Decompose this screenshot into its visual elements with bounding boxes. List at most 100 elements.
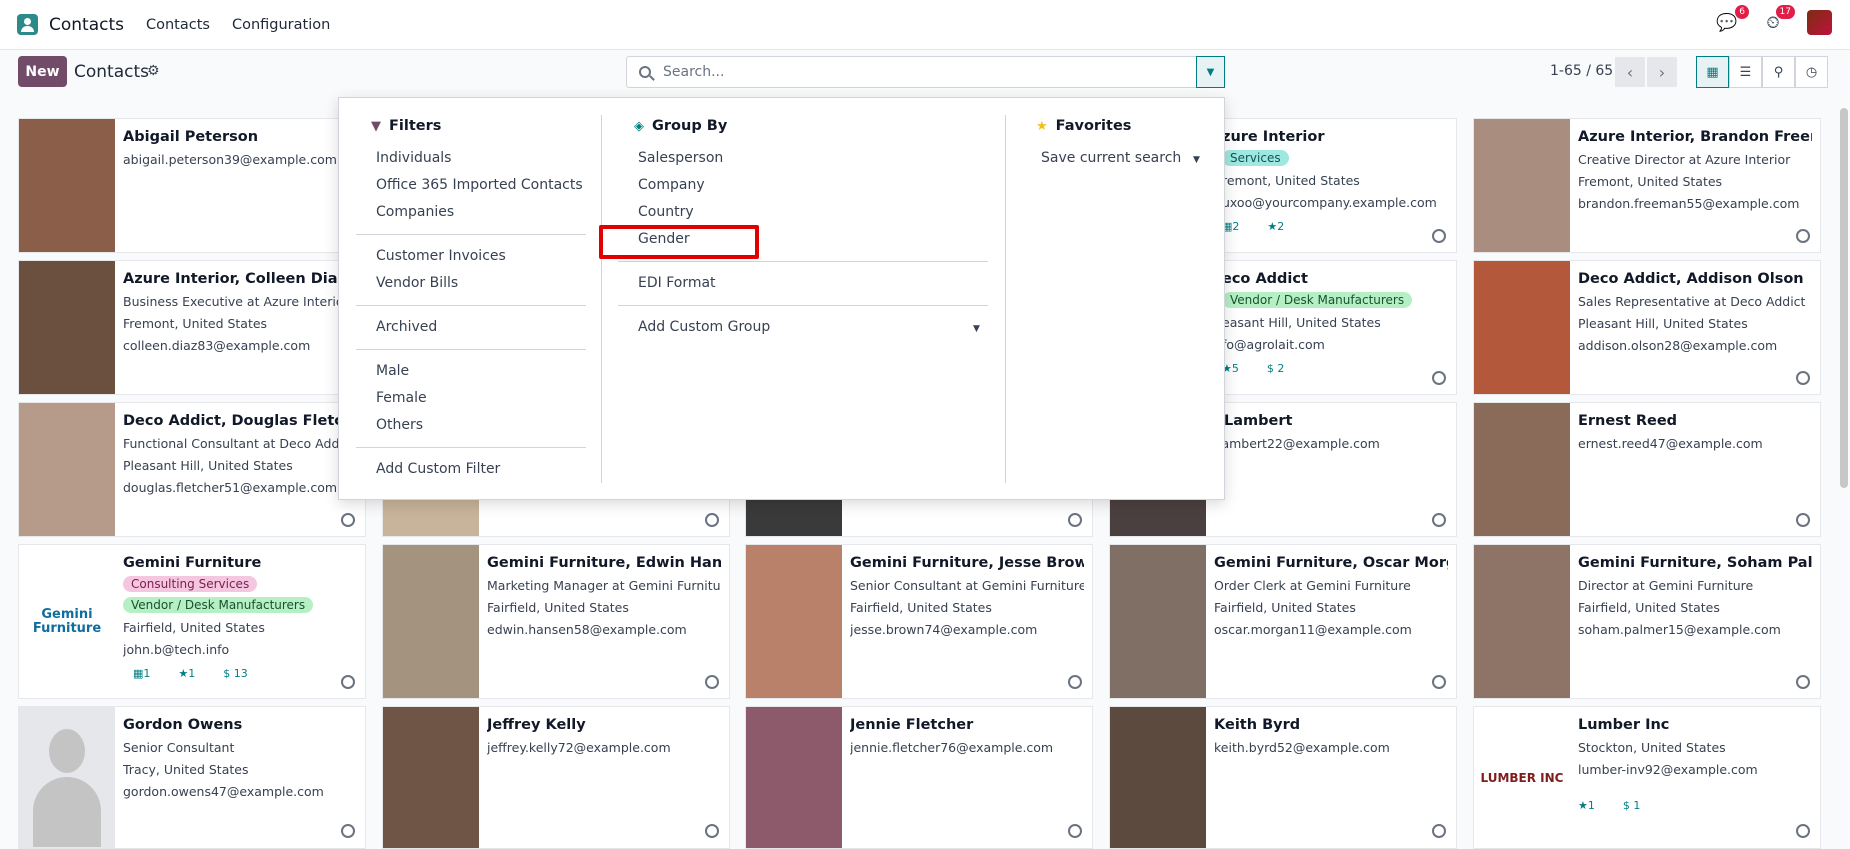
add-custom-filter[interactable]: Add Custom Filter [376,461,500,477]
filter-female[interactable]: Female [376,390,427,406]
divider [356,349,586,350]
kanban-card[interactable]: Deco Addict, Douglas Fletcher Functional… [18,402,366,537]
contact-location: easant Hill, United States [1222,315,1381,330]
activity-clock-icon[interactable] [1432,513,1446,527]
save-current-search[interactable]: Save current search [1041,150,1181,166]
kanban-card[interactable]: Azure Interior, Brandon Freeman Creative… [1473,118,1821,253]
new-button[interactable]: New [18,56,67,87]
contact-email: .lambert22@example.com [1214,436,1380,451]
divider [356,234,586,235]
groupby-edi-format[interactable]: EDI Format [638,275,716,291]
contact-name: eco Addict [1222,271,1308,287]
contact-email: soham.palmer15@example.com [1578,622,1781,637]
contact-photo [383,545,479,698]
kanban-card[interactable]: Gemini Furniture, Jesse Brown Senior Con… [745,544,1093,699]
contact-job: Order Clerk at Gemini Furniture [1214,578,1411,593]
kanban-card[interactable]: Gordon Owens Senior Consultant Tracy, Un… [18,706,366,849]
kanban-card[interactable]: Gemini Furniture, Soham Palmer Director … [1473,544,1821,699]
messages-icon[interactable]: 💬 6 [1715,4,1749,35]
contact-email: oscar.morgan11@example.com [1214,622,1412,637]
activities-icon[interactable]: ⏲ 17 [1761,4,1795,35]
activities-badge: 17 [1775,4,1795,19]
kanban-card[interactable]: LUMBER INC Lumber Inc Stockton, United S… [1473,706,1821,849]
contact-location: Fairfield, United States [123,620,265,635]
contact-email: lumber-inv92@example.com [1578,762,1758,777]
activity-clock-icon[interactable] [1796,513,1810,527]
contact-job: Marketing Manager at Gemini Furniture [487,578,721,593]
page-title: Contacts [74,62,149,82]
contact-email: jesse.brown74@example.com [850,622,1038,637]
filter-vendor-bills[interactable]: Vendor Bills [376,275,458,291]
messages-badge: 6 [1735,4,1749,19]
pager-value[interactable]: 1-65 / 65 [1550,63,1613,79]
kanban-card[interactable]: Jennie Fletcher jennie.fletcher76@exampl… [745,706,1093,849]
groupby-company[interactable]: Company [638,177,705,193]
menu-configuration[interactable]: Configuration [232,17,330,33]
kanban-view-icon[interactable]: ▦ [1696,56,1729,88]
activity-clock-icon[interactable] [705,824,719,838]
tag-badge: Vendor / Desk Manufacturers [123,597,314,613]
search-options-toggle[interactable]: ▼ [1196,56,1225,88]
map-view-icon[interactable]: ⚲ [1762,56,1795,88]
placeholder-avatar [19,707,115,848]
kanban-card[interactable]: Abigail Peterson abigail.peterson39@exam… [18,118,366,253]
kanban-card[interactable]: Keith Byrd keith.byrd52@example.com [1109,706,1457,849]
kanban-card[interactable]: Gemini Furniture, Oscar Morgan Order Cle… [1109,544,1457,699]
kanban-card[interactable]: Gemini Furniture, Edwin Hansen Marketing… [382,544,730,699]
activity-clock-icon[interactable] [341,675,355,689]
contact-name: Keith Byrd [1214,717,1301,733]
activity-clock-icon[interactable] [1796,229,1810,243]
contact-location: Fairfield, United States [1578,600,1720,615]
kanban-card[interactable]: Jeffrey Kelly jeffrey.kelly72@example.co… [382,706,730,849]
user-avatar[interactable] [1807,10,1832,35]
kanban-card[interactable]: Gemini Furniture Gemini Furniture Consul… [18,544,366,699]
activity-clock-icon[interactable] [705,513,719,527]
activity-clock-icon[interactable] [1432,675,1446,689]
contact-location: Pleasant Hill, United States [123,458,293,473]
card-stats: ▦1 ★1 $ 13 [133,667,248,680]
filter-companies[interactable]: Companies [376,204,454,220]
activity-clock-icon[interactable] [1432,824,1446,838]
activity-clock-icon[interactable] [1796,675,1810,689]
filter-office365-imported[interactable]: Office 365 Imported Contacts [376,177,583,193]
activity-clock-icon[interactable] [1068,675,1082,689]
activity-clock-icon[interactable] [1796,371,1810,385]
contacts-app-icon[interactable] [17,14,38,35]
filter-customer-invoices[interactable]: Customer Invoices [376,248,506,264]
kanban-card[interactable]: Azure Interior, Colleen Diaz Business Ex… [18,260,366,395]
contact-photo [383,707,479,848]
contact-email: uxoo@yourcompany.example.com [1222,195,1437,210]
filter-male[interactable]: Male [376,363,409,379]
add-custom-group-select[interactable]: Add Custom Group [638,319,770,335]
groupby-country[interactable]: Country [638,204,694,220]
list-view-icon[interactable]: ☰ [1729,56,1762,88]
activity-clock-icon[interactable] [705,675,719,689]
pager-previous-button[interactable]: ‹ [1615,57,1645,87]
search-input[interactable] [663,64,1163,80]
gear-icon[interactable]: ⚙ [147,63,160,79]
menu-contacts[interactable]: Contacts [146,17,210,33]
activity-clock-icon[interactable] [1068,824,1082,838]
scrollbar[interactable] [1840,108,1848,488]
contact-job: Director at Gemini Furniture [1578,578,1754,593]
activity-view-icon[interactable]: ◷ [1795,56,1828,88]
activity-clock-icon[interactable] [1068,513,1082,527]
filter-individuals[interactable]: Individuals [376,150,451,166]
activity-clock-icon[interactable] [341,824,355,838]
activity-clock-icon[interactable] [1432,371,1446,385]
pager-next-button[interactable]: › [1647,57,1677,87]
activity-clock-icon[interactable] [1796,824,1810,838]
card-stats: ★5 $ 2 [1222,362,1285,375]
groupby-salesperson[interactable]: Salesperson [638,150,723,166]
layers-icon: ◈ [634,119,644,134]
filter-archived[interactable]: Archived [376,319,437,335]
activity-clock-icon[interactable] [1432,229,1446,243]
chevron-down-icon[interactable]: ▼ [1193,155,1200,165]
activity-clock-icon[interactable] [341,513,355,527]
chevron-down-icon[interactable]: ▼ [973,324,980,334]
kanban-card[interactable]: Deco Addict, Addison Olson Sales Represe… [1473,260,1821,395]
contact-name: Gemini Furniture, Soham Palmer [1578,555,1812,571]
app-name[interactable]: Contacts [49,15,124,35]
kanban-card[interactable]: Ernest Reed ernest.reed47@example.com [1473,402,1821,537]
filter-others[interactable]: Others [376,417,423,433]
